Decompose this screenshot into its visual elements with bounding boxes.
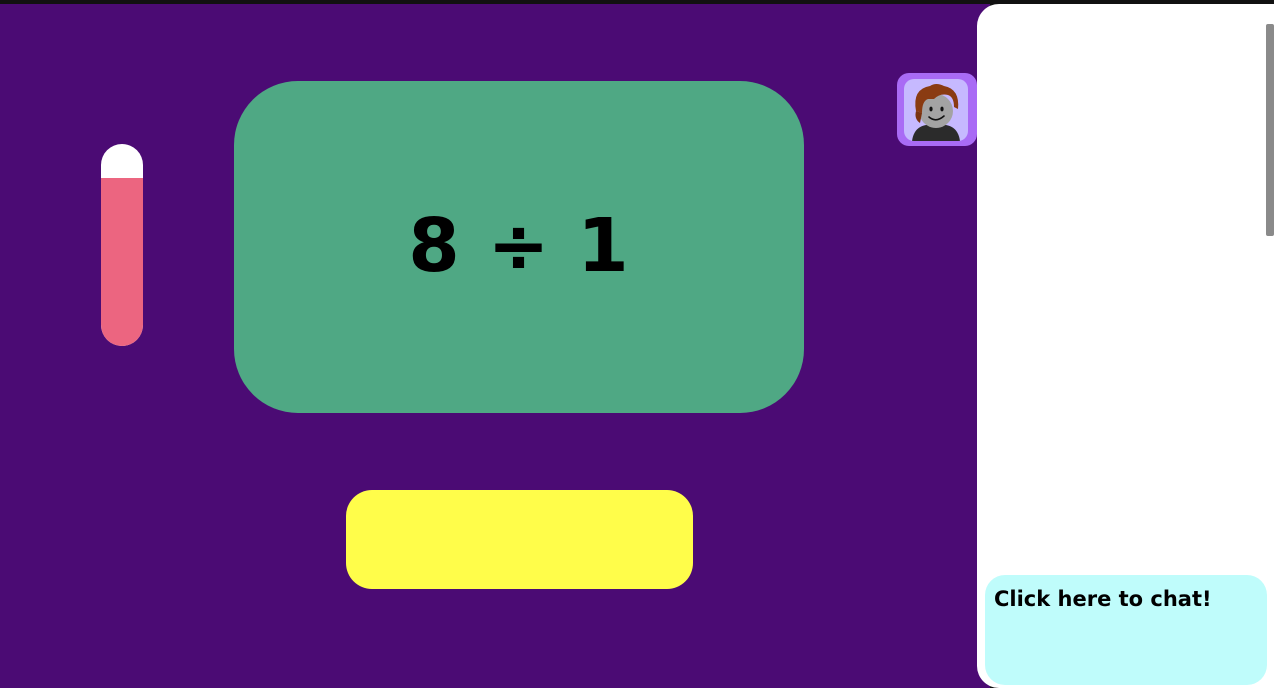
player-avatar[interactable] [897, 73, 977, 146]
timer-bar [101, 144, 143, 346]
question-text: 8 ÷ 1 [408, 203, 630, 289]
chat-panel: Click here to chat! [977, 4, 1274, 688]
game-window: 8 ÷ 1 Click here to chat! [0, 0, 1274, 688]
answer-input[interactable] [346, 490, 693, 589]
chat-scrollbar[interactable] [1266, 24, 1274, 236]
chat-button-label: Click here to chat! [994, 587, 1212, 611]
timer-bar-fill [101, 178, 143, 346]
chat-button[interactable]: Click here to chat! [985, 575, 1267, 685]
question-card: 8 ÷ 1 [234, 81, 804, 413]
player-avatar-icon [904, 79, 968, 141]
